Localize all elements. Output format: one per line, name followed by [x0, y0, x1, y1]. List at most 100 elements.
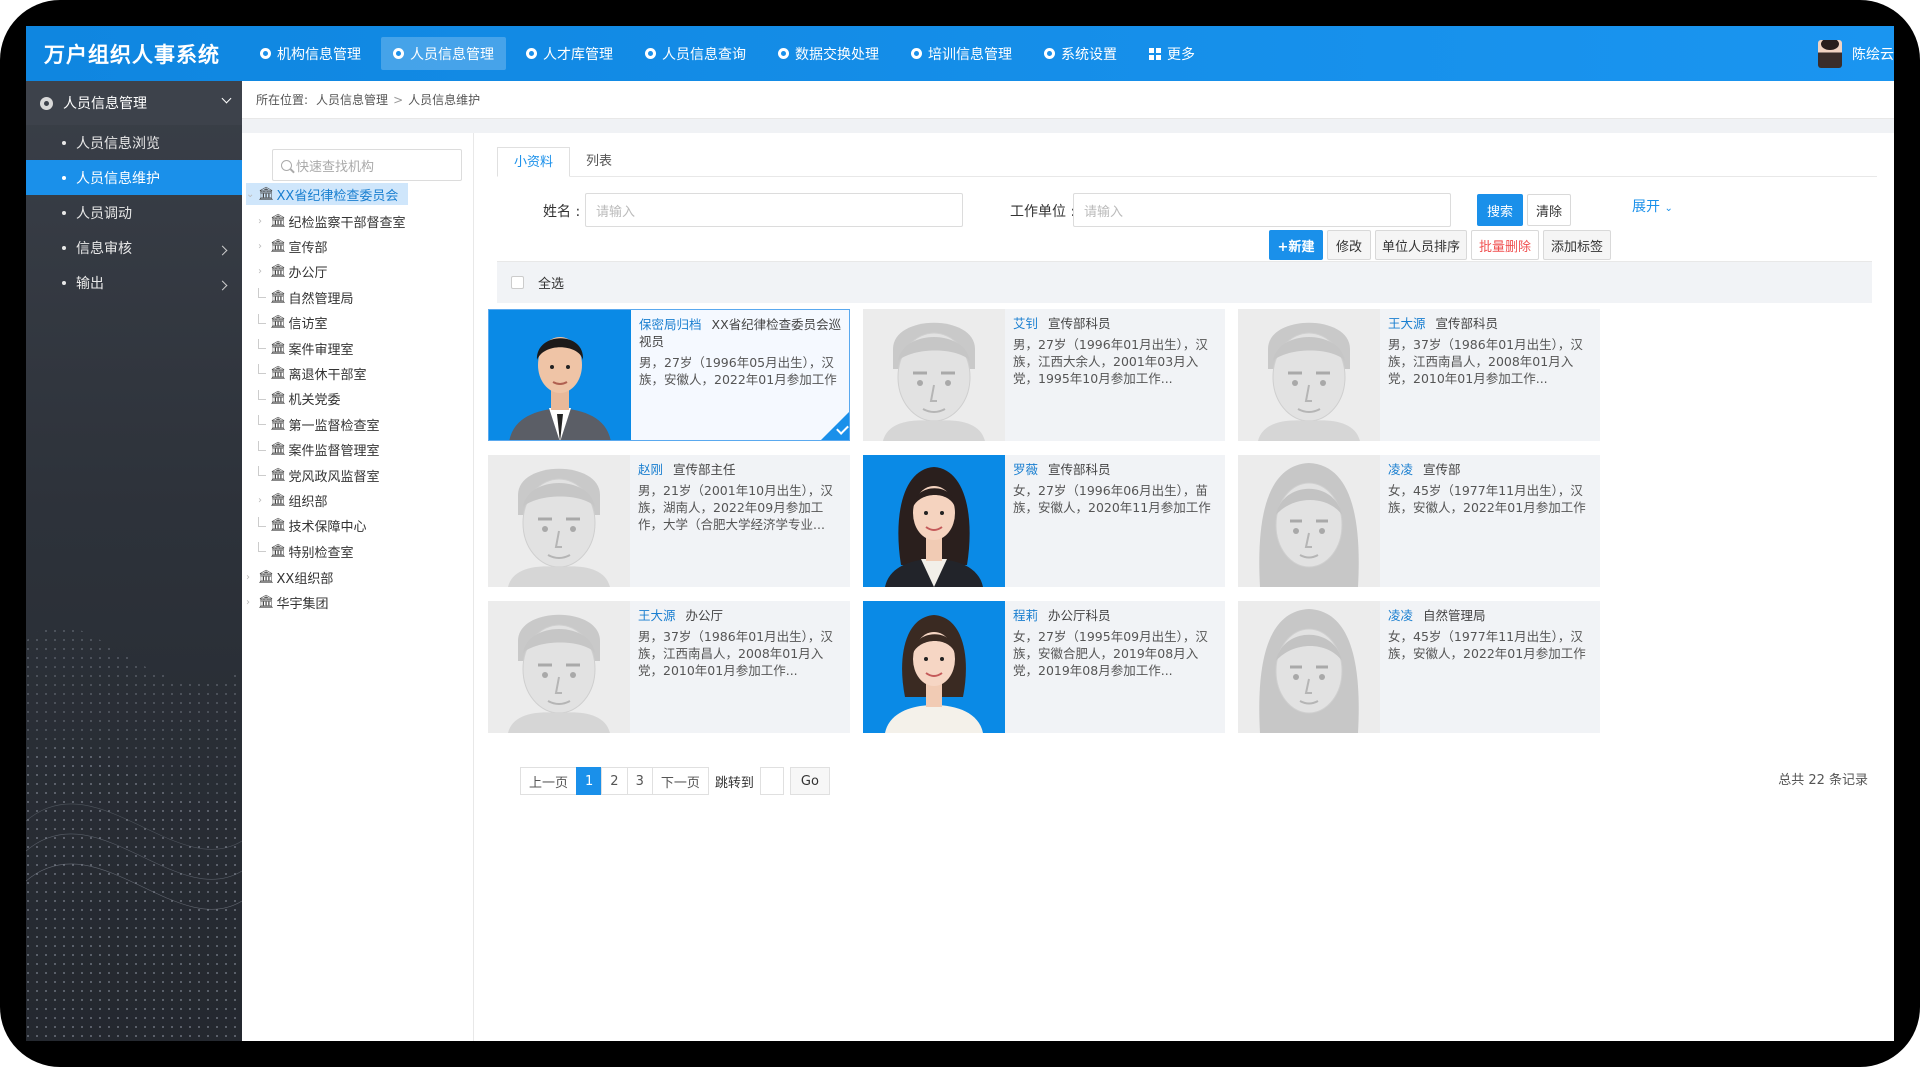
person-name[interactable]: 赵刚 — [638, 462, 663, 477]
tree-node-label: 党风政风监督室 — [288, 469, 380, 485]
nav-item-1[interactable]: 人员信息管理 — [381, 37, 506, 70]
select-all-label[interactable]: 全选 — [538, 273, 564, 292]
person-info: 保密局归档 XX省纪律检查委员会巡视员 男，27岁（1996年05月出生），汉族，安… — [639, 316, 844, 388]
person-card[interactable]: 凌凌 自然管理局 女，45岁（1977年11月出生），汉族，安徽人，2022年01月… — [1238, 601, 1600, 733]
clear-button[interactable]: 清除 — [1527, 194, 1571, 226]
tree-node[interactable]: › 🏛︎ 华宇集团 — [246, 591, 329, 613]
person-dept: 办公厅科员 — [1048, 608, 1111, 623]
circle-icon — [1044, 48, 1055, 59]
edit-button[interactable]: 修改 — [1327, 230, 1371, 260]
person-name[interactable]: 王大源 — [1388, 316, 1426, 331]
person-name[interactable]: 艾钊 — [1013, 316, 1038, 331]
batch-delete-button[interactable]: 批量删除 — [1471, 230, 1539, 260]
nav-item-0[interactable]: 机构信息管理 — [248, 37, 373, 70]
person-card[interactable]: 罗薇 宣传部科员 女，27岁（1996年06月出生），苗族，安徽人，2020年11月… — [863, 455, 1225, 587]
person-desc: 女，45岁（1977年11月出生），汉族，安徽人，2022年01月参加工作 — [1388, 483, 1586, 515]
person-name[interactable]: 王大源 — [638, 608, 676, 623]
tree-search-input[interactable]: 快速查找机构 — [272, 149, 462, 181]
tree-node[interactable]: › 🏛︎ 纪检监察干部督查室 — [258, 210, 406, 232]
nav-item-4[interactable]: 数据交换处理 — [766, 37, 891, 70]
person-name[interactable]: 保密局归档 — [639, 317, 702, 332]
bullet-icon — [62, 140, 66, 145]
prev-page-button[interactable]: 上一页 — [520, 767, 578, 795]
person-name[interactable]: 程莉 — [1013, 608, 1038, 623]
female-photo-2 — [863, 601, 1005, 733]
page-button[interactable]: 1 — [576, 767, 603, 795]
user-menu[interactable]: 陈绘云 — [1818, 26, 1894, 81]
tree-line — [258, 288, 266, 299]
tree-node[interactable]: 🏛︎ 技术保障中心 — [258, 515, 367, 537]
nav-item-label: 人才库管理 — [543, 46, 613, 63]
tree-node[interactable]: 🏛︎ 信访室 — [258, 312, 328, 334]
user-name[interactable]: 陈绘云 — [1852, 44, 1894, 64]
person-name[interactable]: 凌凌 — [1388, 462, 1413, 477]
person-card[interactable]: 王大源 宣传部科员 男，37岁（1986年01月出生），汉族，江西南昌人，2008年… — [1238, 309, 1600, 441]
building-icon: 🏛︎ — [270, 391, 287, 407]
tree-node[interactable]: 🏛︎ 离退休干部室 — [258, 362, 367, 384]
building-icon: 🏛︎ — [270, 442, 287, 458]
tree-node[interactable]: 🏛︎ 特别检查室 — [258, 540, 354, 562]
tree-node[interactable]: › 🏛︎ 办公厅 — [258, 261, 328, 283]
tree-node-label: 信访室 — [288, 317, 328, 333]
search-button[interactable]: 搜索 — [1477, 194, 1523, 226]
bullet-icon — [62, 210, 66, 215]
person-card[interactable]: 赵刚 宣传部主任 男，21岁（2001年10月出生），汉族，湖南人，2022年09月… — [488, 455, 850, 587]
name-input-placeholder: 请输入 — [596, 203, 636, 219]
nav-item-7[interactable]: 更多 — [1137, 37, 1207, 70]
person-card[interactable]: 保密局归档 XX省纪律检查委员会巡视员 男，27岁（1996年05月出生），汉族，安… — [488, 309, 850, 441]
sidebar-item-1[interactable]: 人员信息维护 — [26, 160, 242, 195]
person-desc: 男，27岁（1996年01月出生），汉族，江西大余人，2001年03月入党，19… — [1013, 337, 1208, 386]
select-all-checkbox[interactable] — [511, 276, 524, 289]
tree-node[interactable]: ⌄ 🏛︎ XX省纪律检查委员会 — [246, 183, 409, 205]
next-page-button[interactable]: 下一页 — [651, 767, 709, 795]
building-icon: 🏛︎ — [270, 213, 287, 229]
nav-item-2[interactable]: 人才库管理 — [514, 37, 625, 70]
person-card[interactable]: 程莉 办公厅科员 女，27岁（1995年09月出生），汉族，安徽合肥人，2019年0… — [863, 601, 1225, 733]
app-title: 万户组织人事系统 — [44, 42, 220, 67]
tree-node[interactable]: 🏛︎ 自然管理局 — [258, 286, 354, 308]
person-name[interactable]: 凌凌 — [1388, 608, 1413, 623]
nav-item-6[interactable]: 系统设置 — [1032, 37, 1129, 70]
person-desc: 男，21岁（2001年10月出生），汉族，湖南人，2022年09月参加工作，大学… — [638, 483, 833, 532]
tree-node[interactable]: › 🏛︎ 组织部 — [258, 489, 328, 511]
tab-1[interactable]: 列表 — [570, 147, 628, 177]
male-photo — [489, 310, 631, 440]
page-button[interactable]: 3 — [626, 767, 653, 795]
sort-button[interactable]: 单位人员排序 — [1375, 230, 1467, 260]
nav-item-label: 数据交换处理 — [795, 46, 879, 63]
tree-node[interactable]: › 🏛︎ 宣传部 — [258, 235, 328, 257]
name-input[interactable]: 请输入 — [585, 193, 963, 227]
page-button[interactable]: 2 — [601, 767, 628, 795]
add-tag-button[interactable]: 添加标签 — [1543, 230, 1611, 260]
person-name[interactable]: 罗薇 — [1013, 462, 1038, 477]
sidebar-item-2[interactable]: 人员调动 — [26, 195, 242, 230]
new-button[interactable]: +新建 — [1269, 230, 1323, 260]
sidebar-item-0[interactable]: 人员信息浏览 — [26, 125, 242, 160]
tree-node[interactable]: 🏛︎ 第一监督检查室 — [258, 413, 380, 435]
sidebar-header[interactable]: 人员信息管理 — [26, 81, 242, 125]
tree-node[interactable]: 🏛︎ 机关党委 — [258, 388, 341, 410]
person-card[interactable]: 凌凌 宣传部 女，45岁（1977年11月出生），汉族，安徽人，2022年01月参加… — [1238, 455, 1600, 587]
go-button[interactable]: Go — [789, 767, 830, 795]
avatar[interactable] — [1818, 39, 1842, 68]
person-card[interactable]: 艾钊 宣传部科员 男，27岁（1996年01月出生），汉族，江西大余人，2001年0… — [863, 309, 1225, 441]
tree-node[interactable]: 🏛︎ 党风政风监督室 — [258, 464, 380, 486]
tree-node[interactable]: 🏛︎ 案件审理室 — [258, 337, 354, 359]
sidebar-item-3[interactable]: 信息审核 — [26, 230, 242, 265]
tab-0[interactable]: 小资料 — [497, 147, 571, 177]
building-icon: 🏛︎ — [270, 238, 287, 254]
breadcrumb-level1[interactable]: 人员信息管理 — [316, 91, 388, 108]
jump-page-input[interactable] — [759, 767, 784, 795]
tree-node[interactable]: 🏛︎ 案件监督管理室 — [258, 439, 380, 461]
expand-toggle[interactable]: 展开 ⌄ — [1632, 196, 1673, 216]
search-icon — [281, 159, 292, 171]
sidebar-item-4[interactable]: 输出 — [26, 265, 242, 300]
person-card[interactable]: 王大源 办公厅 男，37岁（1986年01月出生），汉族，江西南昌人，2008年01… — [488, 601, 850, 733]
breadcrumb-level2[interactable]: 人员信息维护 — [408, 91, 480, 108]
nav-item-5[interactable]: 培训信息管理 — [899, 37, 1024, 70]
unit-input[interactable]: 请输入 — [1073, 193, 1451, 227]
nav-item-3[interactable]: 人员信息查询 — [633, 37, 758, 70]
tree-node[interactable]: › 🏛︎ XX组织部 — [246, 566, 333, 588]
expand-label: 展开 — [1632, 199, 1660, 215]
app-screen: 万户组织人事系统 机构信息管理 人员信息管理 人才库管理 人员信息查询 数据交换处理 培训… — [26, 26, 1894, 1041]
